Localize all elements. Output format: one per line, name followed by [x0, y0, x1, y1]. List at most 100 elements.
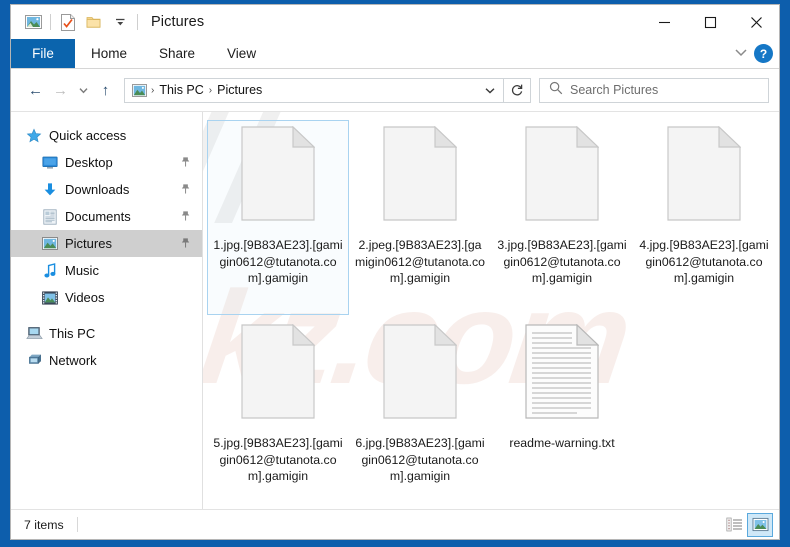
- breadcrumb-this-pc[interactable]: This PC: [156, 83, 206, 97]
- file-item-7[interactable]: readme-warning.txt: [491, 318, 633, 509]
- sidebar-label: Quick access: [49, 128, 127, 143]
- expand-ribbon-chevron-icon[interactable]: [734, 45, 748, 63]
- file-name: 2.jpeg.[9B83AE23].[gamigin0612@tutanota.…: [354, 238, 486, 285]
- file-item-6[interactable]: 6.jpg.[9B83AE23].[gamigin0612@tutanota.c…: [349, 318, 491, 509]
- close-button[interactable]: [733, 5, 779, 39]
- file-explorer-window: Pictures File Home Share View ? ← → ↑ › …: [10, 4, 780, 540]
- ribbon-right-controls: ?: [734, 39, 773, 68]
- this-pc-icon: [25, 325, 43, 343]
- address-dropdown-chevron-icon[interactable]: [479, 79, 501, 102]
- status-bar: 7 items: [11, 509, 779, 539]
- sidebar-item-this-pc[interactable]: This PC: [11, 320, 202, 347]
- window-title: Pictures: [151, 14, 205, 30]
- breadcrumb-separator-1: ›: [208, 84, 213, 96]
- item-count-label: 7 items: [24, 517, 64, 532]
- file-grid: 1.jpg.[9B83AE23].[gamigin0612@tutanota.c…: [203, 112, 779, 509]
- recent-locations-chevron-icon[interactable]: [73, 77, 93, 103]
- file-name: 6.jpg.[9B83AE23].[gamigin0612@tutanota.c…: [355, 436, 485, 483]
- star-icon: [25, 127, 43, 145]
- qat-separator-2: [137, 14, 138, 30]
- title-bar: Pictures: [11, 5, 779, 39]
- sidebar-label: Documents: [65, 209, 131, 224]
- breadcrumb-separator-0: ›: [151, 84, 155, 96]
- address-breadcrumb-box[interactable]: › This PC › Pictures: [124, 77, 504, 103]
- file-list-pane[interactable]: /// riskz.com 1.jpg.[9B83AE23].[gamigin0…: [203, 112, 779, 509]
- tab-file[interactable]: File: [11, 39, 75, 68]
- blank-file-icon: [230, 126, 326, 229]
- blank-file-icon: [230, 324, 326, 427]
- sidebar-item-network[interactable]: Network: [11, 347, 202, 374]
- videos-icon: [41, 289, 59, 307]
- qat-separator-1: [50, 14, 51, 30]
- customize-chevron-icon[interactable]: [107, 11, 133, 33]
- sidebar-label: Network: [49, 353, 97, 368]
- pin-icon[interactable]: [176, 154, 194, 172]
- sidebar-item-downloads[interactable]: Downloads: [11, 176, 202, 203]
- help-button[interactable]: ?: [754, 44, 773, 63]
- sidebar-item-music[interactable]: Music: [11, 257, 202, 284]
- sidebar-label: Desktop: [65, 155, 113, 170]
- file-name: 4.jpg.[9B83AE23].[gamigin0612@tutanota.c…: [639, 238, 769, 285]
- new-folder-icon[interactable]: [81, 11, 107, 33]
- pin-icon[interactable]: [176, 181, 194, 199]
- file-item-4[interactable]: 4.jpg.[9B83AE23].[gamigin0612@tutanota.c…: [633, 120, 775, 315]
- minimize-button[interactable]: [641, 5, 687, 39]
- details-view-button[interactable]: [721, 513, 747, 537]
- window-controls: [641, 5, 779, 39]
- large-icons-view-button[interactable]: [747, 512, 773, 537]
- file-item-2[interactable]: 2.jpeg.[9B83AE23].[gamigin0612@tutanota.…: [349, 120, 491, 315]
- address-bar-row: ← → ↑ › This PC › Pictures Search Pictur…: [11, 69, 779, 111]
- up-button[interactable]: ↑: [93, 77, 118, 103]
- back-button[interactable]: ←: [23, 77, 48, 103]
- breadcrumb-pictures[interactable]: Pictures: [214, 83, 265, 97]
- maximize-button[interactable]: [687, 5, 733, 39]
- file-item-5[interactable]: 5.jpg.[9B83AE23].[gamigin0612@tutanota.c…: [207, 318, 349, 509]
- sidebar-item-documents[interactable]: Documents: [11, 203, 202, 230]
- search-box[interactable]: Search Pictures: [539, 77, 769, 103]
- blank-file-icon: [372, 324, 468, 427]
- network-icon: [25, 352, 43, 370]
- refresh-button[interactable]: [504, 77, 531, 103]
- file-item-3[interactable]: 3.jpg.[9B83AE23].[gamigin0612@tutanota.c…: [491, 120, 633, 315]
- sidebar-label: Downloads: [65, 182, 130, 197]
- pictures-icon: [41, 235, 59, 253]
- sidebar-item-videos[interactable]: Videos: [11, 284, 202, 311]
- sidebar-label: Music: [65, 263, 99, 278]
- sidebar-label: Pictures: [65, 236, 112, 251]
- sidebar-item-quick-access[interactable]: Quick access: [11, 122, 202, 149]
- documents-icon: [41, 208, 59, 226]
- ribbon-tab-bar: File Home Share View ?: [11, 39, 779, 68]
- tab-view[interactable]: View: [211, 39, 272, 68]
- quick-access-toolbar: [11, 11, 142, 33]
- desktop-background: Pictures File Home Share View ? ← → ↑ › …: [0, 0, 790, 547]
- sidebar-label: This PC: [49, 326, 96, 341]
- file-name: 3.jpg.[9B83AE23].[gamigin0612@tutanota.c…: [497, 238, 627, 285]
- pin-icon[interactable]: [176, 235, 194, 253]
- sidebar-gap-1: [11, 311, 202, 320]
- music-icon: [41, 262, 59, 280]
- text-file-icon: [514, 324, 610, 427]
- blank-file-icon: [656, 126, 752, 229]
- sidebar-item-desktop[interactable]: Desktop: [11, 149, 202, 176]
- properties-icon[interactable]: [55, 11, 81, 33]
- file-name: 1.jpg.[9B83AE23].[gamigin0612@tutanota.c…: [213, 238, 343, 285]
- pictures-folder-icon[interactable]: [20, 11, 46, 33]
- pin-icon[interactable]: [176, 208, 194, 226]
- file-item-1[interactable]: 1.jpg.[9B83AE23].[gamigin0612@tutanota.c…: [207, 120, 349, 315]
- desktop-icon: [41, 154, 59, 172]
- tab-share[interactable]: Share: [143, 39, 211, 68]
- breadcrumb-pictures-icon: [129, 83, 149, 97]
- blank-file-icon: [514, 126, 610, 229]
- forward-button[interactable]: →: [48, 77, 73, 103]
- navigation-sidebar: Quick access Desktop Downloads Documents…: [11, 112, 203, 509]
- downloads-icon: [41, 181, 59, 199]
- status-divider: [76, 517, 78, 532]
- tab-home[interactable]: Home: [75, 39, 143, 68]
- search-input[interactable]: Search Pictures: [570, 83, 658, 97]
- blank-file-icon: [372, 126, 468, 229]
- file-name: 5.jpg.[9B83AE23].[gamigin0612@tutanota.c…: [213, 436, 343, 483]
- sidebar-item-pictures[interactable]: Pictures: [11, 230, 202, 257]
- sidebar-label: Videos: [65, 290, 105, 305]
- search-icon: [549, 81, 563, 100]
- window-body: Quick access Desktop Downloads Documents…: [11, 111, 779, 509]
